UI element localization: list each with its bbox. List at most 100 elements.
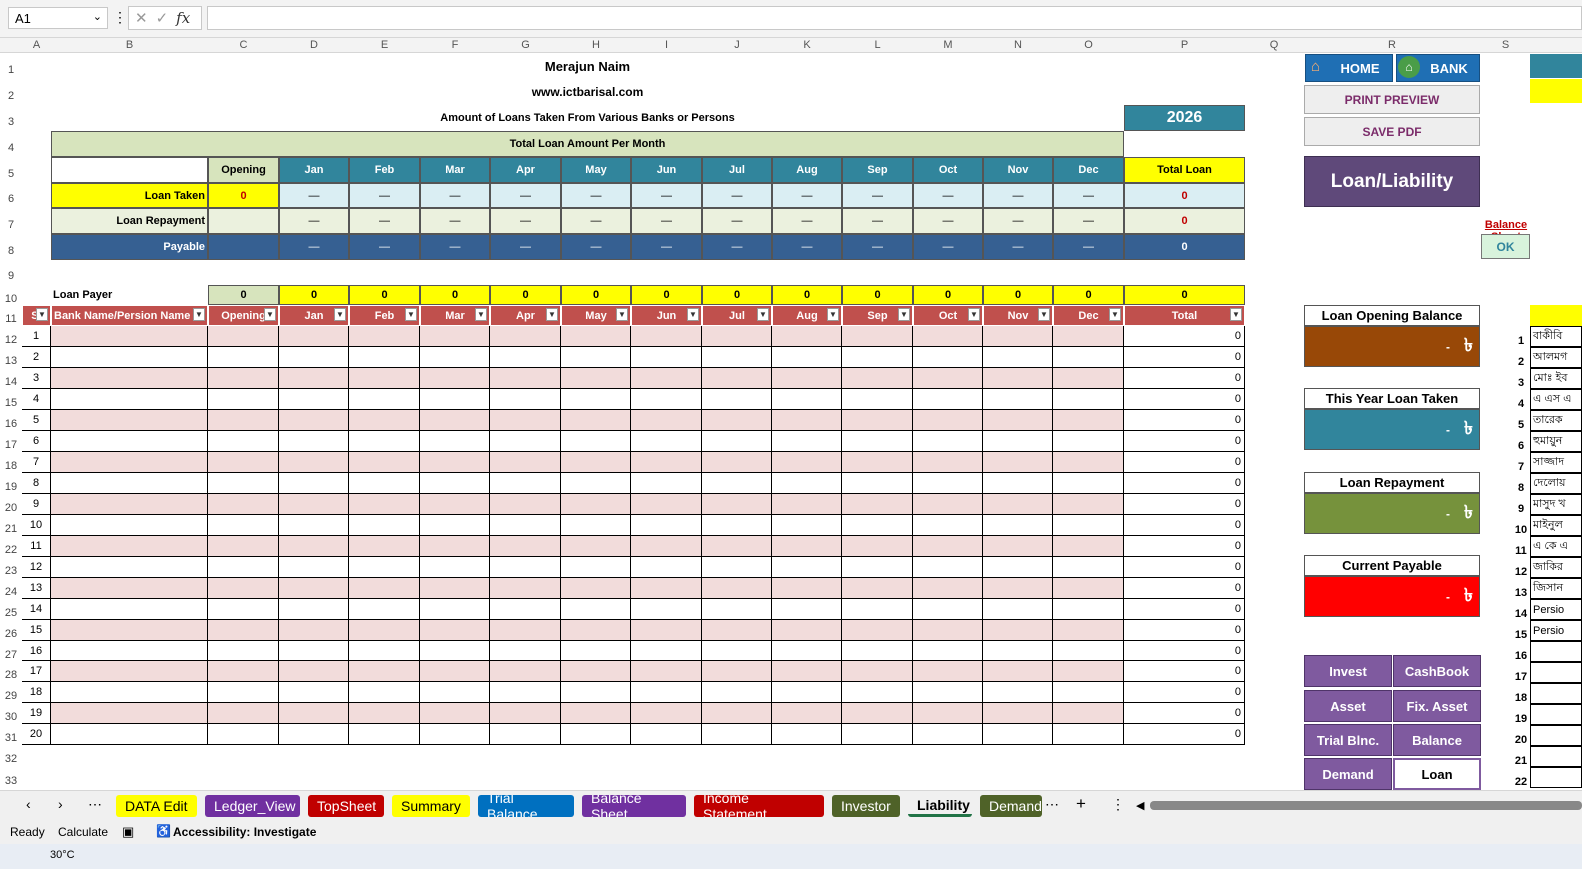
column-header[interactable]: Q <box>1245 38 1303 53</box>
ok-button[interactable]: OK <box>1481 234 1530 259</box>
check-icon[interactable]: ✓ <box>156 9 169 27</box>
filter-dropdown-icon[interactable]: ▼ <box>968 308 980 321</box>
nav-button[interactable]: Loan <box>1393 758 1481 790</box>
prev-sheet-icon[interactable]: ‹ <box>26 796 31 812</box>
row-header[interactable]: 9 <box>0 260 22 285</box>
nav-button[interactable]: Trial Blnc. <box>1304 724 1392 756</box>
row-header[interactable]: 2 <box>0 79 22 105</box>
column-header[interactable]: L <box>842 38 913 53</box>
row-header[interactable]: 30 <box>0 703 22 724</box>
more-sheets-icon[interactable]: ⋯ <box>88 796 102 813</box>
column-header[interactable]: D <box>279 38 349 53</box>
filter-dropdown-icon[interactable]: ▼ <box>334 308 346 321</box>
row-header[interactable]: 23 <box>0 557 22 578</box>
sheet-tab[interactable]: DATA Edit <box>116 795 197 817</box>
row-header[interactable]: 33 <box>0 766 22 789</box>
sheet-tab[interactable]: Ledger_View <box>205 795 300 817</box>
sheet-tab[interactable]: Investor <box>832 795 900 817</box>
nav-button[interactable]: Invest <box>1304 655 1392 687</box>
column-header[interactable]: F <box>420 38 490 53</box>
column-header[interactable]: N <box>983 38 1053 53</box>
column-header[interactable]: H <box>561 38 631 53</box>
column-header[interactable]: P <box>1124 38 1245 53</box>
accessibility-icon[interactable]: ♿ <box>156 824 171 838</box>
macro-icon[interactable]: ▣ <box>122 824 134 840</box>
row-header[interactable]: 18 <box>0 452 22 473</box>
filter-dropdown-icon[interactable]: ▼ <box>827 308 839 321</box>
column-header[interactable]: J <box>702 38 772 53</box>
row-header[interactable]: 32 <box>0 745 22 766</box>
filter-dropdown-icon[interactable]: ▼ <box>687 308 699 321</box>
filter-dropdown-icon[interactable]: ▼ <box>1109 308 1121 321</box>
filter-dropdown-icon[interactable]: ▼ <box>193 308 205 321</box>
chevron-down-icon[interactable]: ⌄ <box>93 10 102 23</box>
more-icon[interactable]: ⋮ <box>113 9 127 26</box>
function-icon[interactable]: fx <box>176 9 190 27</box>
sheet-tab[interactable]: Income Statement <box>694 795 824 817</box>
column-header[interactable]: B <box>51 38 208 53</box>
row-header[interactable]: 19 <box>0 473 22 494</box>
filter-dropdown-icon[interactable]: ▼ <box>616 308 628 321</box>
column-header[interactable]: E <box>349 38 420 53</box>
filter-dropdown-icon[interactable]: ▼ <box>264 308 276 321</box>
save-pdf-button[interactable]: SAVE PDF <box>1304 117 1480 146</box>
name-box[interactable]: A1 ⌄ <box>8 7 108 29</box>
weather-text[interactable]: 30°C <box>50 849 75 861</box>
row-header[interactable]: 24 <box>0 578 22 599</box>
row-header[interactable]: 26 <box>0 620 22 641</box>
row-header[interactable]: 10 <box>0 285 22 305</box>
filter-dropdown-icon[interactable]: ▼ <box>757 308 769 321</box>
row-header[interactable]: 29 <box>0 682 22 703</box>
column-header[interactable]: O <box>1053 38 1124 53</box>
row-header[interactable]: 21 <box>0 515 22 536</box>
row-header[interactable]: 17 <box>0 431 22 452</box>
row-header[interactable]: 4 <box>0 131 22 157</box>
row-header[interactable]: 22 <box>0 536 22 557</box>
sheet-tab[interactable]: Summary <box>392 795 470 817</box>
filter-dropdown-icon[interactable]: ▼ <box>1038 308 1050 321</box>
page-title-button[interactable]: Loan/Liability <box>1304 156 1480 207</box>
column-header[interactable]: S <box>1481 38 1530 53</box>
filter-dropdown-icon[interactable]: ▼ <box>898 308 910 321</box>
nav-button[interactable]: Asset <box>1304 690 1392 722</box>
filter-dropdown-icon[interactable]: ▼ <box>36 308 48 321</box>
row-header[interactable]: 12 <box>0 326 22 347</box>
add-sheet-icon[interactable]: + <box>1076 794 1086 814</box>
filter-dropdown-icon[interactable]: ▼ <box>546 308 558 321</box>
filter-dropdown-icon[interactable]: ▼ <box>1230 308 1242 321</box>
row-header[interactable]: 8 <box>0 234 22 260</box>
sheet-tab[interactable]: Trial Balance <box>478 795 574 817</box>
row-header[interactable]: 16 <box>0 410 22 431</box>
row-header[interactable]: 5 <box>0 157 22 183</box>
row-header[interactable]: 27 <box>0 641 22 661</box>
column-header[interactable]: K <box>772 38 842 53</box>
column-header[interactable]: M <box>913 38 983 53</box>
row-header[interactable]: 13 <box>0 347 22 368</box>
next-sheet-icon[interactable]: › <box>58 796 63 812</box>
status-calculate[interactable]: Calculate <box>58 825 108 839</box>
sheet-tab[interactable]: Liability <box>908 795 972 817</box>
cancel-icon[interactable]: ✕ <box>135 9 148 27</box>
row-header[interactable]: 3 <box>0 105 22 131</box>
filter-dropdown-icon[interactable]: ▼ <box>475 308 487 321</box>
sheet-tab[interactable]: TopSheet <box>308 795 384 817</box>
nav-button[interactable]: Balance <box>1393 724 1481 756</box>
nav-button[interactable]: Fix. Asset <box>1393 690 1481 722</box>
nav-button[interactable]: Demand <box>1304 758 1392 790</box>
nav-button[interactable]: CashBook <box>1393 655 1481 687</box>
column-header[interactable]: G <box>490 38 561 53</box>
column-header[interactable]: R <box>1303 38 1481 53</box>
column-header[interactable]: I <box>631 38 702 53</box>
formula-input[interactable] <box>207 6 1582 30</box>
row-header[interactable]: 31 <box>0 724 22 745</box>
row-header[interactable]: 14 <box>0 368 22 389</box>
sheet-tab[interactable]: Demand <box>980 795 1042 817</box>
scroll-left-icon[interactable]: ◀ <box>1136 799 1144 812</box>
row-header[interactable]: 11 <box>0 305 22 326</box>
status-accessibility[interactable]: Accessibility: Investigate <box>173 825 316 839</box>
row-header[interactable]: 28 <box>0 661 22 682</box>
column-header[interactable]: C <box>208 38 279 53</box>
print-preview-button[interactable]: PRINT PREVIEW <box>1304 85 1480 114</box>
row-header[interactable]: 1 <box>0 53 22 79</box>
row-header[interactable]: 25 <box>0 599 22 620</box>
